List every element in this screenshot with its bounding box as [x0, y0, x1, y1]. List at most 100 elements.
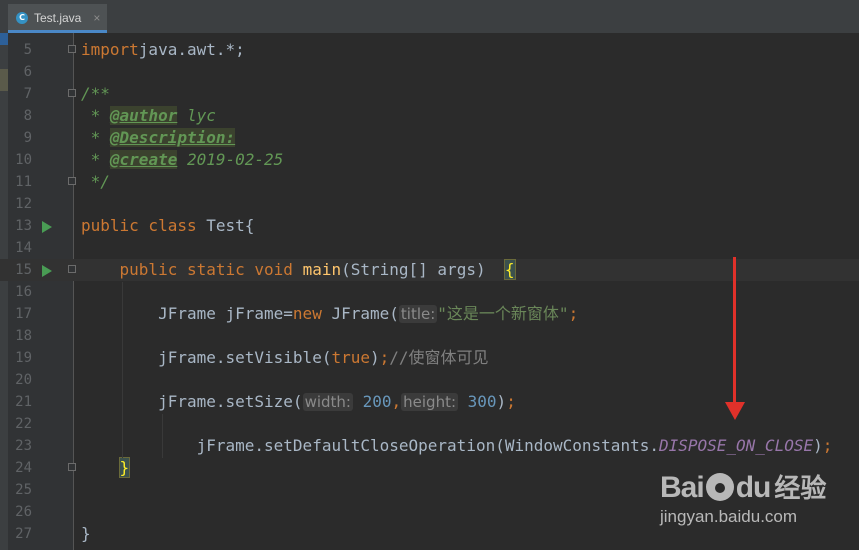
- run-icon[interactable]: [42, 265, 52, 277]
- fold-icon[interactable]: [68, 265, 76, 273]
- code-text: jFrame.setSize(width: 200, height: 300);: [81, 391, 516, 413]
- code-text: }: [81, 457, 131, 479]
- line-number: 8: [23, 108, 32, 124]
- code-token: /**: [81, 84, 110, 103]
- watermark-logo-suffix: du: [735, 471, 772, 504]
- code-token: 200: [352, 392, 392, 411]
- java-class-icon: C: [16, 11, 28, 24]
- code-token: public class: [81, 216, 207, 235]
- code-token: 300: [458, 392, 497, 411]
- line-number: 9: [23, 130, 32, 146]
- code-text: /**: [81, 83, 110, 105]
- code-token: //使窗体可见: [389, 348, 489, 367]
- code-token: (String[] args): [341, 260, 505, 279]
- code-line[interactable]: 12: [0, 193, 859, 215]
- code-token: lyc: [177, 106, 216, 125]
- code-token: @Description:: [109, 128, 236, 147]
- code-token: @create: [109, 150, 178, 169]
- code-line[interactable]: 5 importjava.awt.*;: [0, 39, 859, 61]
- tab-label: Test.java: [34, 10, 82, 25]
- indent-guide: [122, 282, 123, 458]
- code-line[interactable]: 7 /**: [0, 83, 859, 105]
- watermark-logo: Bai: [660, 471, 705, 504]
- line-number: 15: [15, 262, 32, 278]
- line-number: 10: [15, 152, 32, 168]
- line-number: 21: [15, 394, 32, 410]
- line-number: 11: [15, 174, 32, 190]
- code-token: ;: [379, 348, 390, 367]
- run-icon[interactable]: [42, 221, 52, 233]
- code-token: true: [331, 348, 370, 367]
- fold-icon[interactable]: [68, 463, 76, 471]
- code-token: jFrame.setDefaultCloseOperation(WindowCo…: [81, 436, 659, 455]
- editor-tab-bar: C Test.java ×: [0, 0, 859, 33]
- code-token: main: [302, 260, 342, 279]
- code-token: jFrame.setVisible(: [81, 348, 332, 367]
- indent-guide: [162, 414, 163, 458]
- line-number: 23: [15, 438, 32, 454]
- code-token: ): [813, 436, 823, 455]
- baidu-watermark: Bai du 经验 jingyan.baidu.com: [660, 468, 850, 532]
- code-token: DISPOSE_ON_CLOSE: [658, 436, 814, 455]
- code-token: ): [369, 348, 380, 367]
- code-text: * @author lyc: [81, 105, 216, 127]
- code-token: *: [81, 150, 110, 169]
- code-token: import: [81, 40, 139, 59]
- code-line[interactable]: 15 public static void main(String[] args…: [0, 259, 859, 281]
- watermark-subtitle: 经验: [774, 473, 827, 503]
- close-icon[interactable]: ×: [93, 11, 100, 25]
- annotation-arrow: [733, 257, 736, 407]
- line-number: 19: [15, 350, 32, 366]
- code-text: */: [81, 171, 110, 193]
- code-token: public static void: [119, 260, 303, 279]
- code-token: java.awt.*;: [138, 40, 245, 59]
- code-token: ;: [568, 304, 579, 323]
- line-number: 5: [23, 42, 32, 58]
- line-number: 17: [15, 306, 32, 322]
- code-line[interactable]: 19 jFrame.setVisible(true);//使窗体可见: [0, 347, 859, 369]
- line-number: 24: [15, 460, 32, 476]
- code-token: ): [496, 392, 507, 411]
- code-line[interactable]: 20: [0, 369, 859, 391]
- code-token: *: [81, 106, 110, 125]
- code-line[interactable]: 17 JFrame jFrame=new JFrame(title: "这是一个新…: [0, 303, 859, 325]
- code-line[interactable]: 16: [0, 281, 859, 303]
- parameter-hint: width:: [302, 393, 353, 411]
- code-text: public static void main(String[] args) {: [81, 259, 516, 281]
- parameter-hint: height:: [401, 393, 459, 411]
- code-line[interactable]: 8 * @author lyc: [0, 105, 859, 127]
- code-token: }: [81, 524, 91, 543]
- code-text: JFrame jFrame=new JFrame(title: "这是一个新窗体"…: [81, 303, 578, 325]
- code-text: jFrame.setVisible(true);//使窗体可见: [81, 347, 489, 369]
- code-token: ;: [506, 392, 516, 411]
- line-number: 26: [15, 504, 32, 520]
- code-line[interactable]: 13 public class Test{: [0, 215, 859, 237]
- fold-icon[interactable]: [68, 89, 76, 97]
- line-number: 18: [15, 328, 32, 344]
- code-line[interactable]: 10 * @create 2019-02-25: [0, 149, 859, 171]
- fold-icon[interactable]: [68, 177, 76, 185]
- line-number: 14: [15, 240, 32, 256]
- code-token: ;: [822, 436, 833, 455]
- code-line[interactable]: 9 * @Description:: [0, 127, 859, 149]
- code-line[interactable]: 18: [0, 325, 859, 347]
- code-text: jFrame.setDefaultCloseOperation(WindowCo…: [81, 435, 833, 457]
- code-token: }: [118, 457, 131, 478]
- code-token: */: [81, 172, 110, 191]
- code-line[interactable]: 11 */: [0, 171, 859, 193]
- code-line[interactable]: 6: [0, 61, 859, 83]
- code-token: jFrame.setSize(: [81, 392, 303, 411]
- tab-test-java[interactable]: C Test.java ×: [8, 4, 107, 33]
- code-line[interactable]: 14: [0, 237, 859, 259]
- line-number: 7: [23, 86, 32, 102]
- code-text: }: [81, 523, 91, 545]
- code-text: public class Test{: [81, 215, 254, 237]
- parameter-hint: title:: [398, 305, 438, 323]
- code-token: JFrame(: [331, 304, 399, 323]
- code-line[interactable]: 23 jFrame.setDefaultCloseOperation(Windo…: [0, 435, 859, 457]
- fold-icon[interactable]: [68, 45, 76, 53]
- line-number: 16: [15, 284, 32, 300]
- code-text: * @Description:: [81, 127, 236, 149]
